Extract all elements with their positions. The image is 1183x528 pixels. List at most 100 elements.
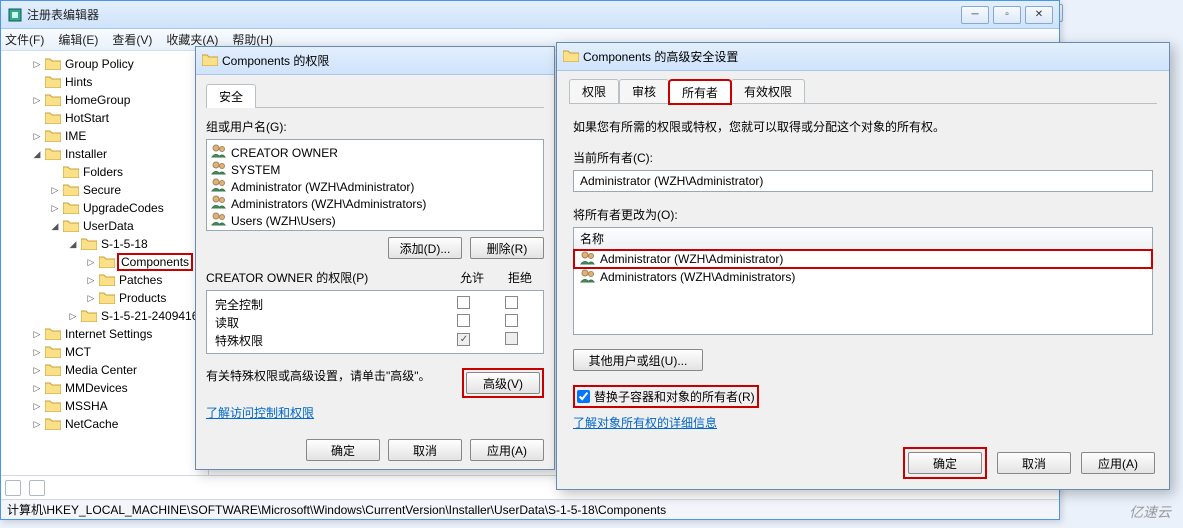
allow-checkbox[interactable] bbox=[457, 314, 470, 327]
user-list-item[interactable]: CREATOR OWNER bbox=[211, 144, 539, 161]
expand-icon[interactable]: ▷ bbox=[85, 257, 97, 268]
toolbar-icon-2[interactable] bbox=[29, 480, 45, 496]
tree-item[interactable]: ▷Media Center bbox=[1, 361, 208, 379]
tree-item[interactable]: ▷MSSHA bbox=[1, 397, 208, 415]
col-allow: 允许 bbox=[448, 269, 496, 290]
user-list-item[interactable]: Administrator (WZH\Administrator) bbox=[211, 178, 539, 195]
user-list-item[interactable]: SYSTEM bbox=[211, 161, 539, 178]
owner-list[interactable]: 名称 Administrator (WZH\Administrator)Admi… bbox=[573, 227, 1153, 335]
permissions-tabs: 安全 bbox=[206, 83, 544, 108]
expand-icon[interactable]: ▷ bbox=[31, 365, 43, 376]
tree-item[interactable]: ▷Secure bbox=[1, 181, 208, 199]
tree-item[interactable]: ▷NetCache bbox=[1, 415, 208, 433]
user-list-item[interactable]: Administrators (WZH\Administrators) bbox=[211, 195, 539, 212]
menu-file[interactable]: 文件(F) bbox=[5, 31, 44, 48]
allow-checkbox[interactable] bbox=[457, 296, 470, 309]
status-path: 计算机\HKEY_LOCAL_MACHINE\SOFTWARE\Microsof… bbox=[7, 501, 666, 518]
folder-icon bbox=[45, 75, 61, 89]
adv-apply-button[interactable]: 应用(A) bbox=[1081, 452, 1155, 474]
expand-icon[interactable]: ▷ bbox=[31, 347, 43, 358]
expand-icon[interactable]: ▷ bbox=[49, 185, 61, 196]
expand-icon[interactable]: ◢ bbox=[49, 221, 61, 232]
tree-item[interactable]: ◢UserData bbox=[1, 217, 208, 235]
folder-icon bbox=[45, 129, 61, 143]
tree-item[interactable]: ▷Internet Settings bbox=[1, 325, 208, 343]
tree-item[interactable]: ◢Installer bbox=[1, 145, 208, 163]
menu-view[interactable]: 查看(V) bbox=[112, 31, 152, 48]
tree-item[interactable]: ▷HomeGroup bbox=[1, 91, 208, 109]
adv-tab[interactable]: 权限 bbox=[569, 79, 619, 103]
regedit-titlebar: 注册表编辑器 ─ ▫ ✕ bbox=[1, 1, 1059, 29]
add-button[interactable]: 添加(D)... bbox=[388, 237, 462, 259]
registry-tree[interactable]: ▷Group PolicyHints▷HomeGroupHotStart▷IME… bbox=[1, 51, 209, 475]
expand-icon[interactable]: ▷ bbox=[31, 59, 43, 70]
tree-item[interactable]: ▷UpgradeCodes bbox=[1, 199, 208, 217]
tree-item[interactable]: Hints bbox=[1, 73, 208, 91]
tree-item[interactable]: ▷Patches bbox=[1, 271, 208, 289]
adv-cancel-button[interactable]: 取消 bbox=[997, 452, 1071, 474]
folder-icon bbox=[45, 57, 61, 71]
tree-item[interactable]: ▷Components bbox=[1, 253, 208, 271]
expand-icon[interactable]: ▷ bbox=[31, 131, 43, 142]
user-icon bbox=[211, 144, 227, 161]
owner-name-column[interactable]: 名称 bbox=[574, 228, 1152, 250]
expand-icon[interactable]: ▷ bbox=[31, 419, 43, 430]
expand-icon[interactable]: ◢ bbox=[67, 239, 79, 250]
tree-item[interactable]: HotStart bbox=[1, 109, 208, 127]
tab-security[interactable]: 安全 bbox=[206, 84, 256, 108]
tree-item[interactable]: ◢S-1-5-18 bbox=[1, 235, 208, 253]
deny-checkbox bbox=[505, 332, 518, 345]
perm-ok-button[interactable]: 确定 bbox=[306, 439, 380, 461]
folder-icon bbox=[45, 417, 61, 431]
toolbar-icon-1[interactable] bbox=[5, 480, 21, 496]
statusbar: 计算机\HKEY_LOCAL_MACHINE\SOFTWARE\Microsof… bbox=[1, 499, 1059, 519]
col-deny: 拒绝 bbox=[496, 269, 544, 290]
deny-checkbox[interactable] bbox=[505, 296, 518, 309]
advanced-button[interactable]: 高级(V) bbox=[466, 372, 540, 394]
adv-ok-button[interactable]: 确定 bbox=[908, 452, 982, 474]
replace-owner-checkbox-row[interactable]: 替换子容器和对象的所有者(R) bbox=[573, 385, 759, 408]
remove-button[interactable]: 删除(R) bbox=[470, 237, 544, 259]
adv-tab[interactable]: 所有者 bbox=[669, 80, 731, 104]
user-icon bbox=[211, 161, 227, 178]
maximize-button[interactable]: ▫ bbox=[993, 6, 1021, 24]
expand-icon[interactable]: ▷ bbox=[85, 275, 97, 286]
tree-item[interactable]: ▷Group Policy bbox=[1, 55, 208, 73]
tree-item[interactable]: ▷S-1-5-21-24094163 bbox=[1, 307, 208, 325]
folder-icon bbox=[563, 49, 579, 65]
expand-icon[interactable]: ▷ bbox=[49, 203, 61, 214]
user-list-item[interactable]: Users (WZH\Users) bbox=[211, 212, 539, 229]
expand-icon[interactable]: ▷ bbox=[31, 329, 43, 340]
close-button[interactable]: ✕ bbox=[1025, 6, 1053, 24]
owner-list-item[interactable]: Administrators (WZH\Administrators) bbox=[574, 268, 1152, 286]
tree-item[interactable]: ▷MMDevices bbox=[1, 379, 208, 397]
expand-icon[interactable]: ▷ bbox=[31, 383, 43, 394]
learn-access-link[interactable]: 了解访问控制和权限 bbox=[206, 404, 314, 421]
perm-apply-button[interactable]: 应用(A) bbox=[470, 439, 544, 461]
expand-icon[interactable]: ▷ bbox=[67, 311, 79, 322]
tree-item[interactable]: ▷MCT bbox=[1, 343, 208, 361]
tree-item[interactable]: ▷IME bbox=[1, 127, 208, 145]
expand-icon[interactable]: ▷ bbox=[85, 293, 97, 304]
adv-tab[interactable]: 审核 bbox=[619, 79, 669, 103]
adv-tab[interactable]: 有效权限 bbox=[731, 79, 805, 103]
expand-icon[interactable]: ▷ bbox=[31, 401, 43, 412]
user-list[interactable]: CREATOR OWNERSYSTEMAdministrator (WZH\Ad… bbox=[206, 139, 544, 231]
tree-item[interactable]: Folders bbox=[1, 163, 208, 181]
deny-checkbox[interactable] bbox=[505, 314, 518, 327]
perm-cancel-button[interactable]: 取消 bbox=[388, 439, 462, 461]
replace-owner-checkbox[interactable] bbox=[577, 390, 590, 403]
allow-checkbox bbox=[457, 333, 470, 346]
folder-icon bbox=[45, 345, 61, 359]
expand-icon[interactable]: ◢ bbox=[31, 149, 43, 160]
folder-icon bbox=[99, 255, 115, 269]
other-users-button[interactable]: 其他用户或组(U)... bbox=[573, 349, 703, 371]
learn-ownership-link[interactable]: 了解对象所有权的详细信息 bbox=[573, 414, 717, 431]
owner-list-item[interactable]: Administrator (WZH\Administrator) bbox=[574, 250, 1152, 268]
minimize-button[interactable]: ─ bbox=[961, 6, 989, 24]
menu-edit[interactable]: 编辑(E) bbox=[58, 31, 98, 48]
expand-icon[interactable]: ▷ bbox=[31, 95, 43, 106]
regedit-title: 注册表编辑器 bbox=[27, 6, 961, 23]
folder-icon bbox=[45, 399, 61, 413]
tree-item[interactable]: ▷Products bbox=[1, 289, 208, 307]
